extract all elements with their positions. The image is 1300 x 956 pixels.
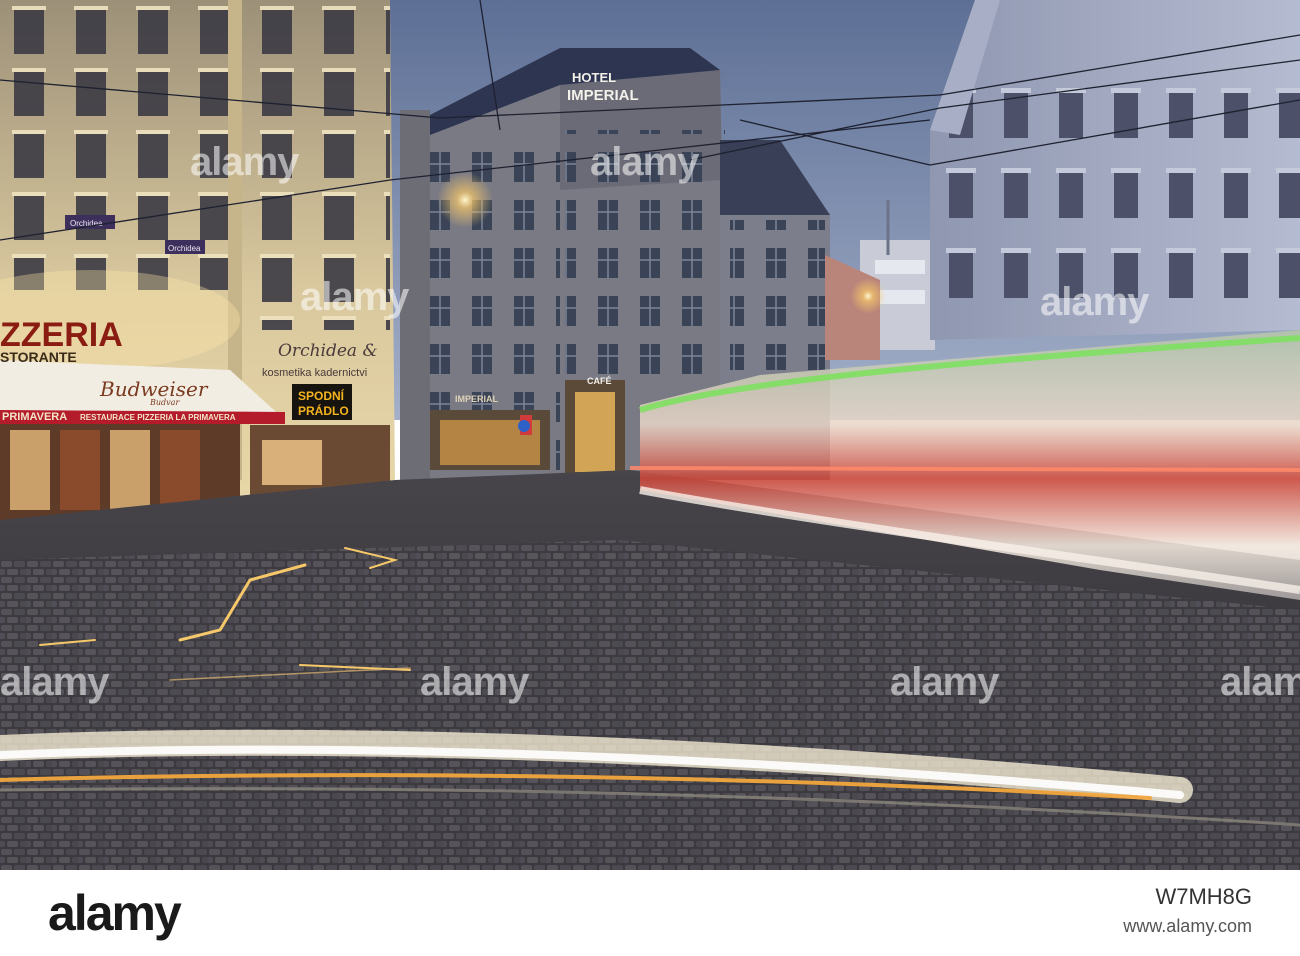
banner-orchidea-2: Orchidea [168,244,201,253]
watermark: alamy [420,660,529,704]
footer-meta: W7MH8G www.alamy.com [1123,884,1252,937]
alamy-logo: alamy [48,885,182,941]
facade-imperial-sign: IMPERIAL [455,394,499,404]
hotel-sign-main: IMPERIAL [567,87,639,104]
ristorante-sign: STORANTE [0,349,77,365]
watermark: alamy [1220,660,1300,704]
watermark: alamy [890,660,999,704]
restaurace-sign: RESTAURACE PIZZERIA LA PRIMAVERA [80,413,236,422]
watermark: alamy [190,140,299,184]
spodni-line2: PRÁDLO [298,403,349,418]
orchidea-line2: kosmetika kadernictvi [262,367,367,379]
cafe-sign: CAFÉ [587,376,612,386]
street-lamp [437,172,493,228]
street-photo: HOTEL IMPERIAL CAFÉ IMPERIAL ZZERIA STOR… [0,0,1300,870]
primavera-left: PRIMAVERA [2,411,67,423]
footer-bar: alamy W7MH8G www.alamy.com [0,870,1300,956]
watermark: alamy [1040,280,1149,324]
left-building [0,0,395,520]
watermark: alamy [300,275,409,319]
hotel-sign-top: HOTEL [572,70,616,85]
spodni-line1: SPODNÍ [298,388,345,403]
awning-sub: Budvar [149,398,180,407]
orchidea-line1: Orchidea & [278,341,378,361]
street-lamp [850,278,886,314]
watermark: alamy [0,660,109,704]
watermark: alamy [590,140,699,184]
image-code: W7MH8G [1155,884,1252,909]
site-url: www.alamy.com [1123,916,1252,936]
